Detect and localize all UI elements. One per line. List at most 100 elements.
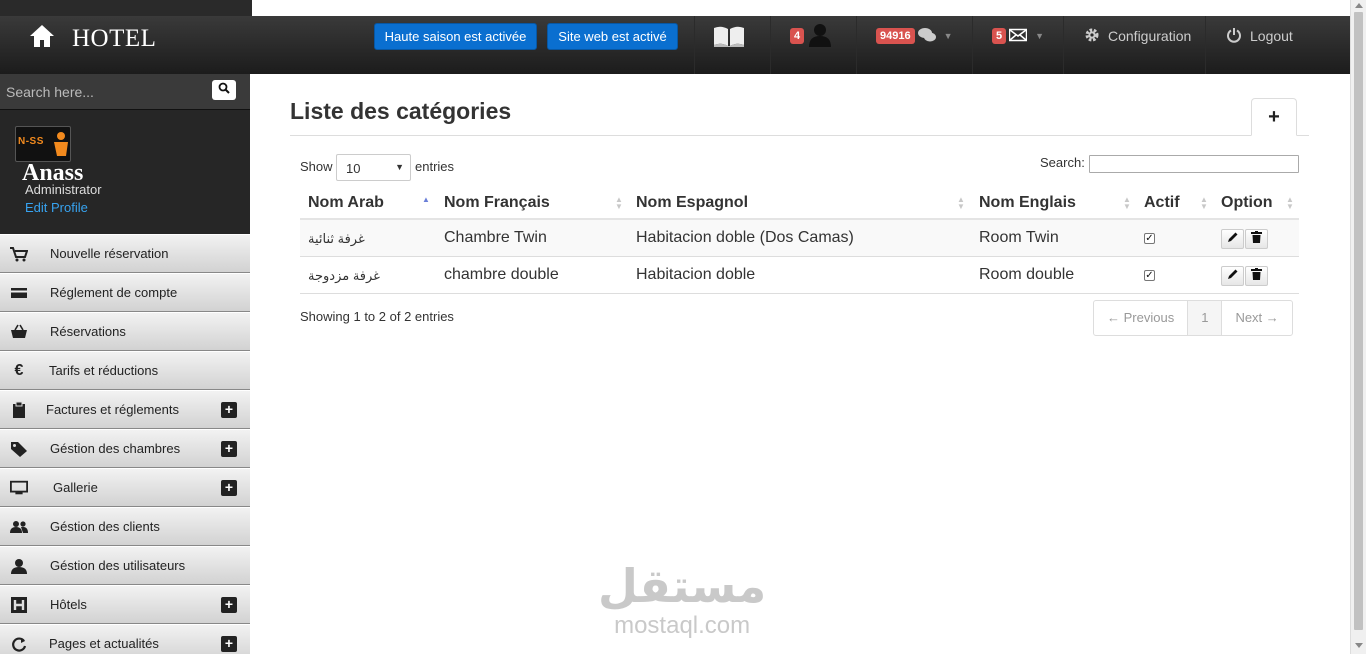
messages-menu[interactable]: 94916 ▼ (876, 16, 953, 56)
next-page-button[interactable]: Next → (1221, 301, 1291, 335)
sidebar-item-factures[interactable]: Factures et réglements + (0, 390, 250, 429)
chevron-down-icon: ▼ (943, 31, 953, 41)
sidebar-item-label: Réglement de compte (50, 285, 178, 300)
pencil-icon (1227, 267, 1239, 285)
season-button[interactable]: Haute saison est activée (374, 23, 537, 50)
sidebar-item-reglement-compte[interactable]: Réglement de compte (0, 273, 250, 312)
users-icon (10, 519, 28, 535)
edit-button[interactable] (1221, 266, 1244, 286)
add-category-button[interactable]: + (1251, 98, 1297, 136)
expand-plus-icon[interactable]: + (221, 597, 237, 613)
tag-icon (10, 441, 28, 457)
sidebar-item-tarifs[interactable]: € Tarifs et réductions (0, 351, 250, 390)
scroll-thumb[interactable] (1354, 12, 1363, 630)
brand[interactable]: HOTEL (28, 22, 156, 55)
chevron-down-icon: ▼ (395, 162, 404, 172)
top-navbar: HOTEL Haute saison est activée Site web … (0, 16, 1350, 74)
comments-icon (917, 27, 936, 46)
column-header-nom-arab[interactable]: Nom Arab (308, 194, 384, 212)
basket-icon (10, 324, 28, 340)
pencil-icon (1227, 230, 1239, 248)
users-menu[interactable]: 4 (790, 16, 832, 56)
sidebar-item-label: Pages et actualités (49, 636, 159, 651)
sidebar-item-label: Gallerie (53, 480, 98, 495)
mail-badge: 5 (992, 28, 1007, 44)
page-1-button[interactable]: 1 (1187, 301, 1222, 335)
gear-icon (1084, 27, 1100, 46)
app-title: HOTEL (72, 24, 157, 52)
top-strip-white (252, 0, 1350, 16)
page-title: Liste des catégories (290, 98, 512, 124)
sidebar-item-chambres[interactable]: Géstion des chambres + (0, 429, 250, 468)
table-header: Nom Arab ▲ Nom Français ▲ ▼ Nom Espagnol … (300, 184, 1299, 220)
page-scrollbar[interactable] (1350, 0, 1366, 654)
sidebar-item-label: Tarifs et réductions (49, 363, 159, 378)
mail-menu[interactable]: 5 ▼ (992, 16, 1044, 56)
expand-plus-icon[interactable]: + (221, 636, 237, 652)
expand-plus-icon[interactable]: + (221, 480, 237, 496)
sidebar-item-nouvelle-reservation[interactable]: Nouvelle réservation (0, 234, 250, 273)
profile-logo: N-SS (15, 126, 71, 162)
configuration-link[interactable]: Configuration (1084, 16, 1191, 56)
messages-badge: 94916 (876, 28, 915, 44)
scroll-down-icon[interactable] (1355, 643, 1363, 648)
column-header-nom-francais[interactable]: Nom Français (444, 194, 550, 212)
book-icon[interactable] (712, 16, 746, 56)
sidebar-search (0, 74, 250, 110)
search-input[interactable] (6, 79, 206, 105)
scroll-up-icon[interactable] (1355, 3, 1363, 8)
sidebar-item-label: Réservations (50, 324, 126, 339)
column-header-nom-englais[interactable]: Nom Englais (979, 194, 1076, 212)
sidebar-item-pages[interactable]: Pages et actualités + (0, 624, 250, 654)
search-button[interactable] (212, 80, 236, 100)
sidebar-item-utilisateurs[interactable]: Géstion des utilisateurs (0, 546, 250, 585)
table-search-input[interactable] (1089, 155, 1299, 173)
nav-separator (694, 16, 695, 74)
sidebar-item-label: Hôtels (50, 597, 87, 612)
active-checkbox[interactable]: ✓ (1144, 233, 1155, 244)
sort-icon: ▲ ▼ (615, 195, 623, 211)
entries-per-page-value: 10 (346, 161, 361, 176)
entries-per-page-select[interactable]: 10 ▼ (336, 154, 411, 181)
edit-button[interactable] (1221, 229, 1244, 249)
expand-plus-icon[interactable]: + (221, 402, 237, 418)
cell-nom-arab: غرفة ثنائية (308, 231, 365, 246)
column-header-actif[interactable]: Actif (1144, 194, 1180, 212)
column-header-option[interactable]: Option (1221, 194, 1273, 212)
nav-separator (856, 16, 857, 74)
column-header-nom-espagnol[interactable]: Nom Espagnol (636, 194, 748, 212)
nav-separator (1205, 16, 1206, 74)
chevron-down-icon: ▼ (1035, 31, 1045, 41)
active-checkbox[interactable]: ✓ (1144, 270, 1155, 281)
logout-link[interactable]: Logout (1226, 16, 1293, 56)
sidebar-item-hotels[interactable]: Hôtels + (0, 585, 250, 624)
previous-page-button[interactable]: ← Previous (1094, 301, 1187, 335)
logo-text: N-SS (18, 136, 44, 147)
envelope-icon (1008, 28, 1028, 45)
pagination: ← Previous 1 Next → (1093, 300, 1293, 336)
watermark: مستقل mostaql.com (598, 560, 766, 640)
website-button[interactable]: Site web est activé (547, 23, 678, 50)
profile-role: Administrator (25, 182, 102, 197)
cell-nom-espagnol: Habitacion doble (636, 266, 756, 283)
logout-label: Logout (1250, 28, 1293, 44)
delete-button[interactable] (1245, 229, 1268, 249)
edit-profile-link[interactable]: Edit Profile (25, 200, 88, 215)
sort-icon: ▲ ▼ (1286, 195, 1294, 211)
table-row: غرفة ثنائية Chambre Twin Habitacion dobl… (300, 220, 1299, 257)
sort-icon: ▲ ▼ (1200, 195, 1208, 211)
sidebar-item-clients[interactable]: Géstion des clients (0, 507, 250, 546)
table-info: Showing 1 to 2 of 2 entries (300, 309, 454, 324)
cell-nom-francais: Chambre Twin (444, 229, 547, 246)
expand-plus-icon[interactable]: + (221, 441, 237, 457)
sidebar-item-reservations[interactable]: Réservations (0, 312, 250, 351)
credit-card-icon (10, 285, 28, 301)
watermark-latin: mostaql.com (614, 612, 751, 639)
home-icon (28, 22, 56, 55)
delete-button[interactable] (1245, 266, 1268, 286)
cell-nom-arab: غرفة مزدوجة (308, 268, 380, 283)
sort-asc-icon: ▲ (422, 195, 430, 204)
refresh-icon (10, 636, 28, 652)
sidebar-item-gallerie[interactable]: Gallerie + (0, 468, 250, 507)
sidebar-item-label: Géstion des clients (50, 519, 160, 534)
